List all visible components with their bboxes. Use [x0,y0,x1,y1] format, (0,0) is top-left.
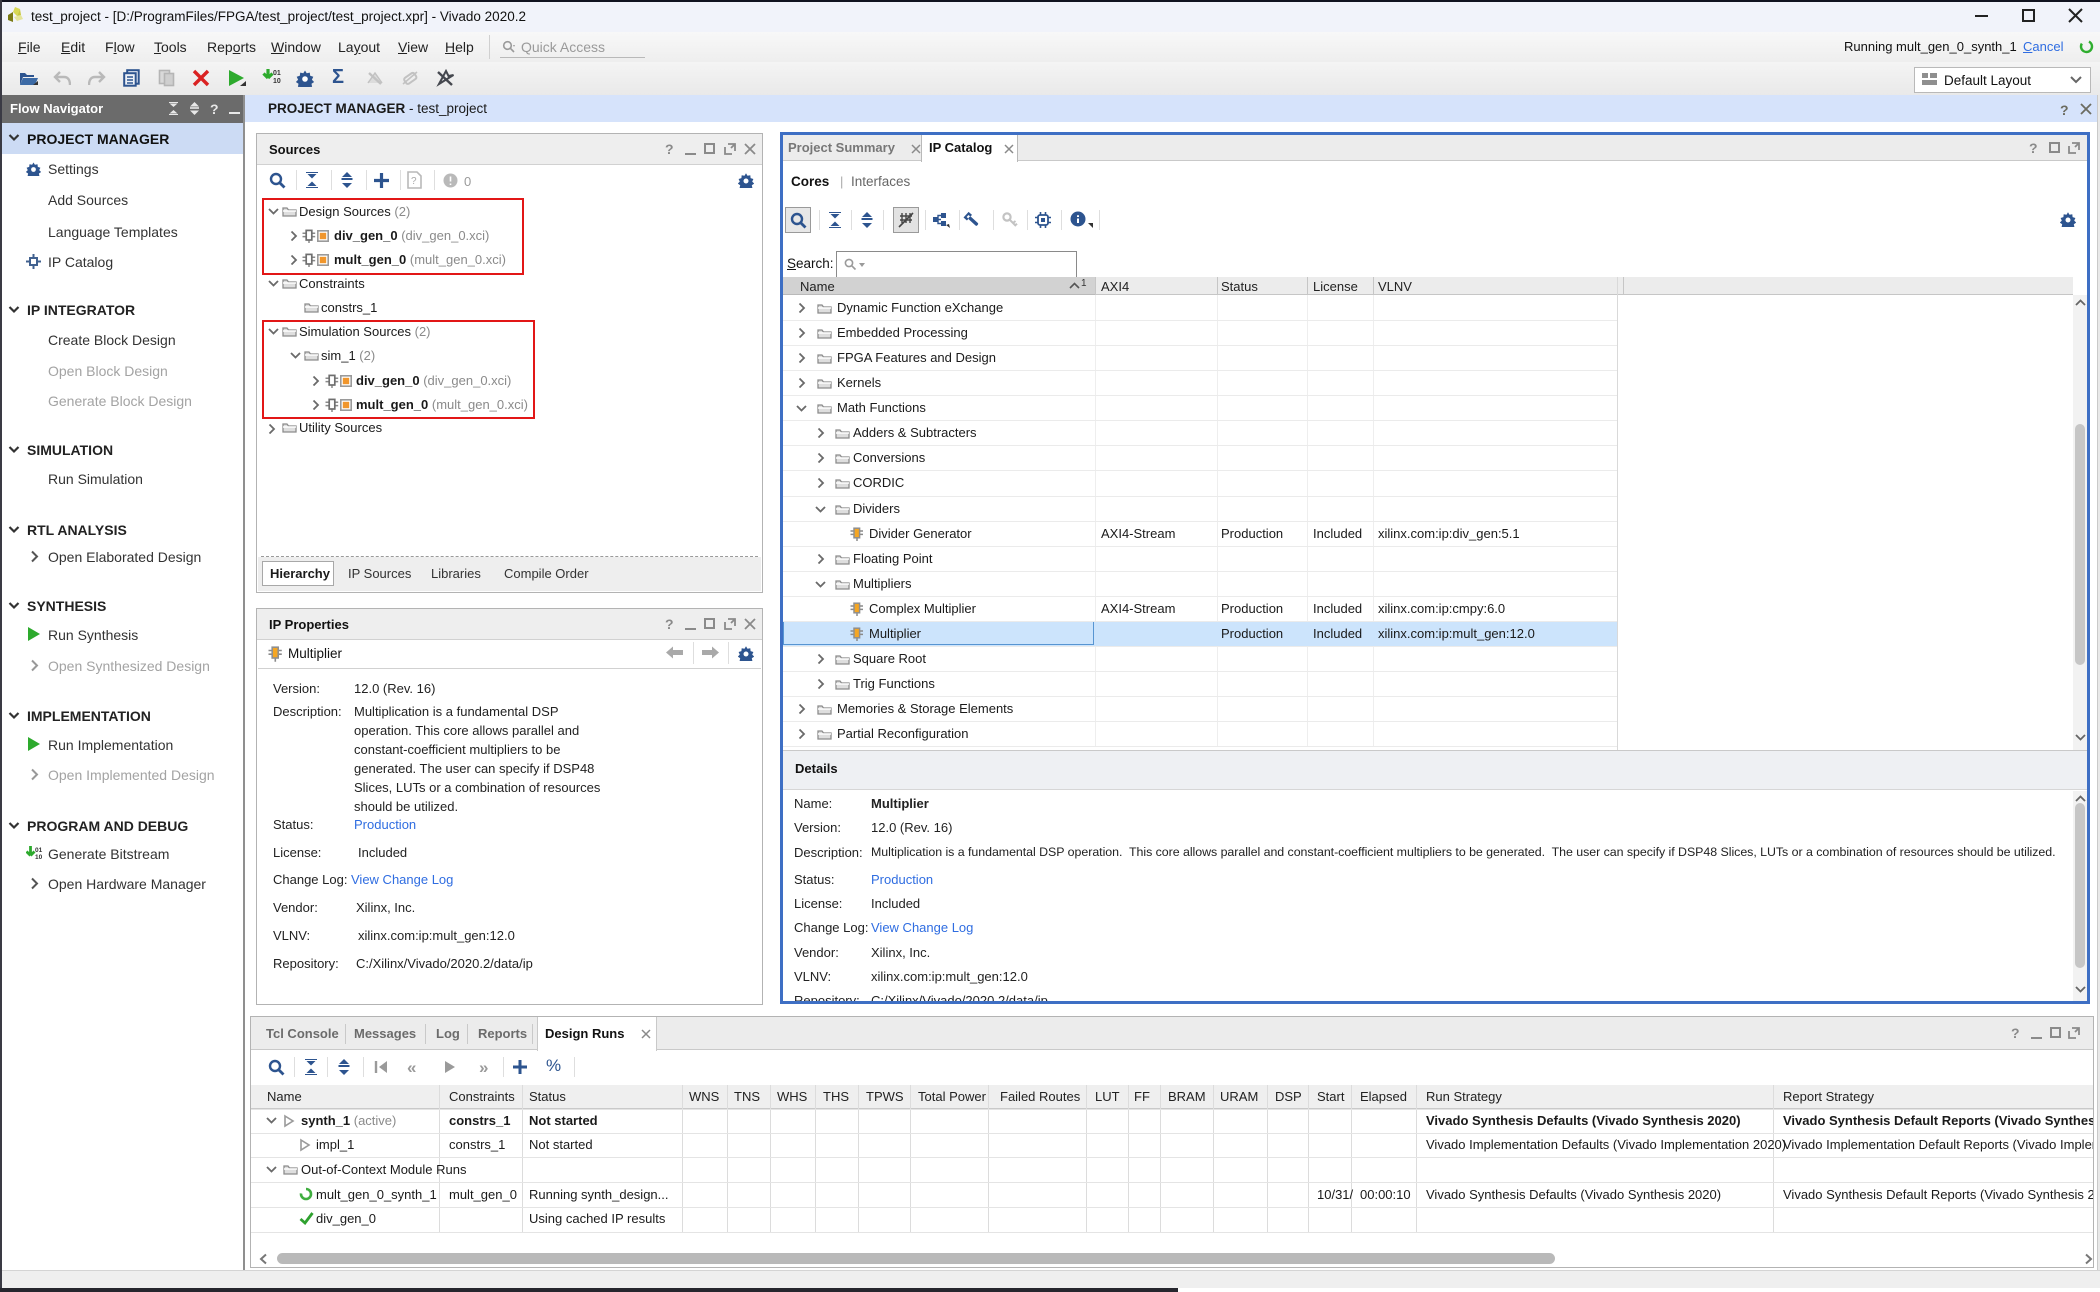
svg-text:?: ? [411,176,417,187]
svg-text:01: 01 [35,847,43,854]
svg-text:01: 01 [273,70,281,77]
svg-text:10: 10 [35,854,43,861]
svg-text:10: 10 [273,78,281,85]
